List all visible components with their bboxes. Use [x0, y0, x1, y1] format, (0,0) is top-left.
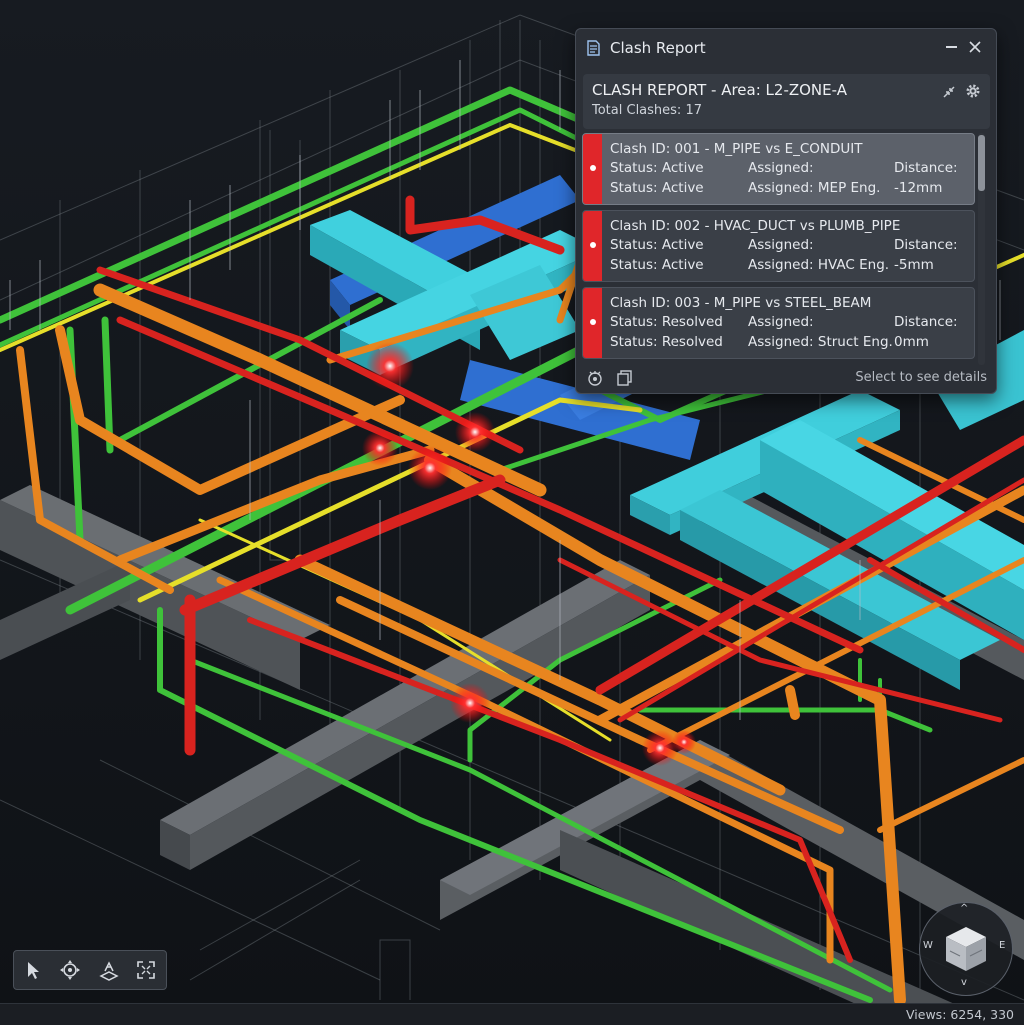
clash-status: Status: Resolved [610, 314, 723, 330]
fit-view-icon[interactable] [135, 959, 157, 981]
clash-status: Status: Active [610, 160, 704, 176]
clash-assigned-label: Assigned: [748, 314, 814, 330]
clash-distance-value: 0mm [894, 334, 929, 350]
footer-hint: Select to see details [855, 370, 987, 385]
navigation-toolbar [13, 950, 167, 990]
minimize-button[interactable] [946, 46, 957, 48]
status-dot-icon [590, 165, 596, 171]
viewcube-east[interactable]: E [999, 940, 1005, 951]
collapse-icon[interactable] [941, 84, 957, 100]
clash-id: Clash ID: 001 - M_PIPE vs E_CONDUIT [610, 141, 863, 157]
report-header: CLASH REPORT - Area: L2-ZONE-A Total Cla… [583, 74, 990, 129]
clash-report-panel: Clash Report CLASH REPORT - Area: L2-ZON… [575, 28, 997, 394]
status-dot-icon [590, 242, 596, 248]
viewcube-north[interactable]: ^ [960, 903, 968, 914]
clash-item-001[interactable]: Clash ID: 001 - M_PIPE vs E_CONDUIT Stat… [582, 133, 975, 205]
view-cube[interactable]: ^ v W E [919, 902, 1013, 996]
orbit-icon[interactable] [59, 959, 81, 981]
report-heading: CLASH REPORT - Area: L2-ZONE-A [592, 81, 847, 99]
panel-footer: Select to see details [576, 365, 996, 393]
clash-status-value: Status: Active [610, 257, 704, 273]
select-cursor-icon[interactable] [22, 959, 44, 981]
document-icon [587, 40, 600, 56]
total-clashes: Total Clashes: 17 [592, 103, 702, 118]
close-icon[interactable] [968, 40, 982, 54]
clash-assigned-value: Assigned: Struct Eng. [748, 334, 893, 350]
clash-assigned-value: Assigned: HVAC Eng. [748, 257, 890, 273]
status-bar: Views: 6254, 330 [0, 1003, 1024, 1025]
clash-item-002[interactable]: Clash ID: 002 - HVAC_DUCT vs PLUMB_PIPE … [582, 210, 975, 282]
status-dot-icon [590, 319, 596, 325]
panel-titlebar[interactable]: Clash Report [576, 29, 996, 67]
viewcube-west[interactable]: W [923, 940, 933, 951]
list-scrollbar[interactable] [978, 133, 985, 365]
clash-distance-label: Distance: [894, 237, 958, 253]
clash-item-003[interactable]: Clash ID: 003 - M_PIPE vs STEEL_BEAM Sta… [582, 287, 975, 359]
clash-status-value: Status: Active [610, 180, 704, 196]
clash-detect-icon[interactable] [586, 369, 604, 387]
scrollbar-thumb[interactable] [978, 135, 985, 191]
clash-assigned-value: Assigned: MEP Eng. [748, 180, 881, 196]
clash-distance-label: Distance: [894, 160, 958, 176]
view-cube-icon[interactable] [942, 923, 990, 975]
clash-assigned-label: Assigned: [748, 160, 814, 176]
clash-distance-value: -5mm [894, 257, 934, 273]
viewcube-south[interactable]: v [961, 977, 967, 988]
views-readout: Views: 6254, 330 [906, 1007, 1014, 1022]
clash-id: Clash ID: 003 - M_PIPE vs STEEL_BEAM [610, 295, 872, 311]
panel-title: Clash Report [610, 39, 706, 57]
clash-id: Clash ID: 002 - HVAC_DUCT vs PLUMB_PIPE [610, 218, 901, 234]
clash-status-value: Status: Resolved [610, 334, 723, 350]
clash-status: Status: Active [610, 237, 704, 253]
gear-icon[interactable] [964, 82, 982, 100]
copy-icon[interactable] [616, 369, 634, 387]
clash-distance-label: Distance: [894, 314, 958, 330]
clash-assigned-label: Assigned: [748, 237, 814, 253]
section-box-icon[interactable] [98, 959, 120, 981]
clash-distance-value: -12mm [894, 180, 943, 196]
